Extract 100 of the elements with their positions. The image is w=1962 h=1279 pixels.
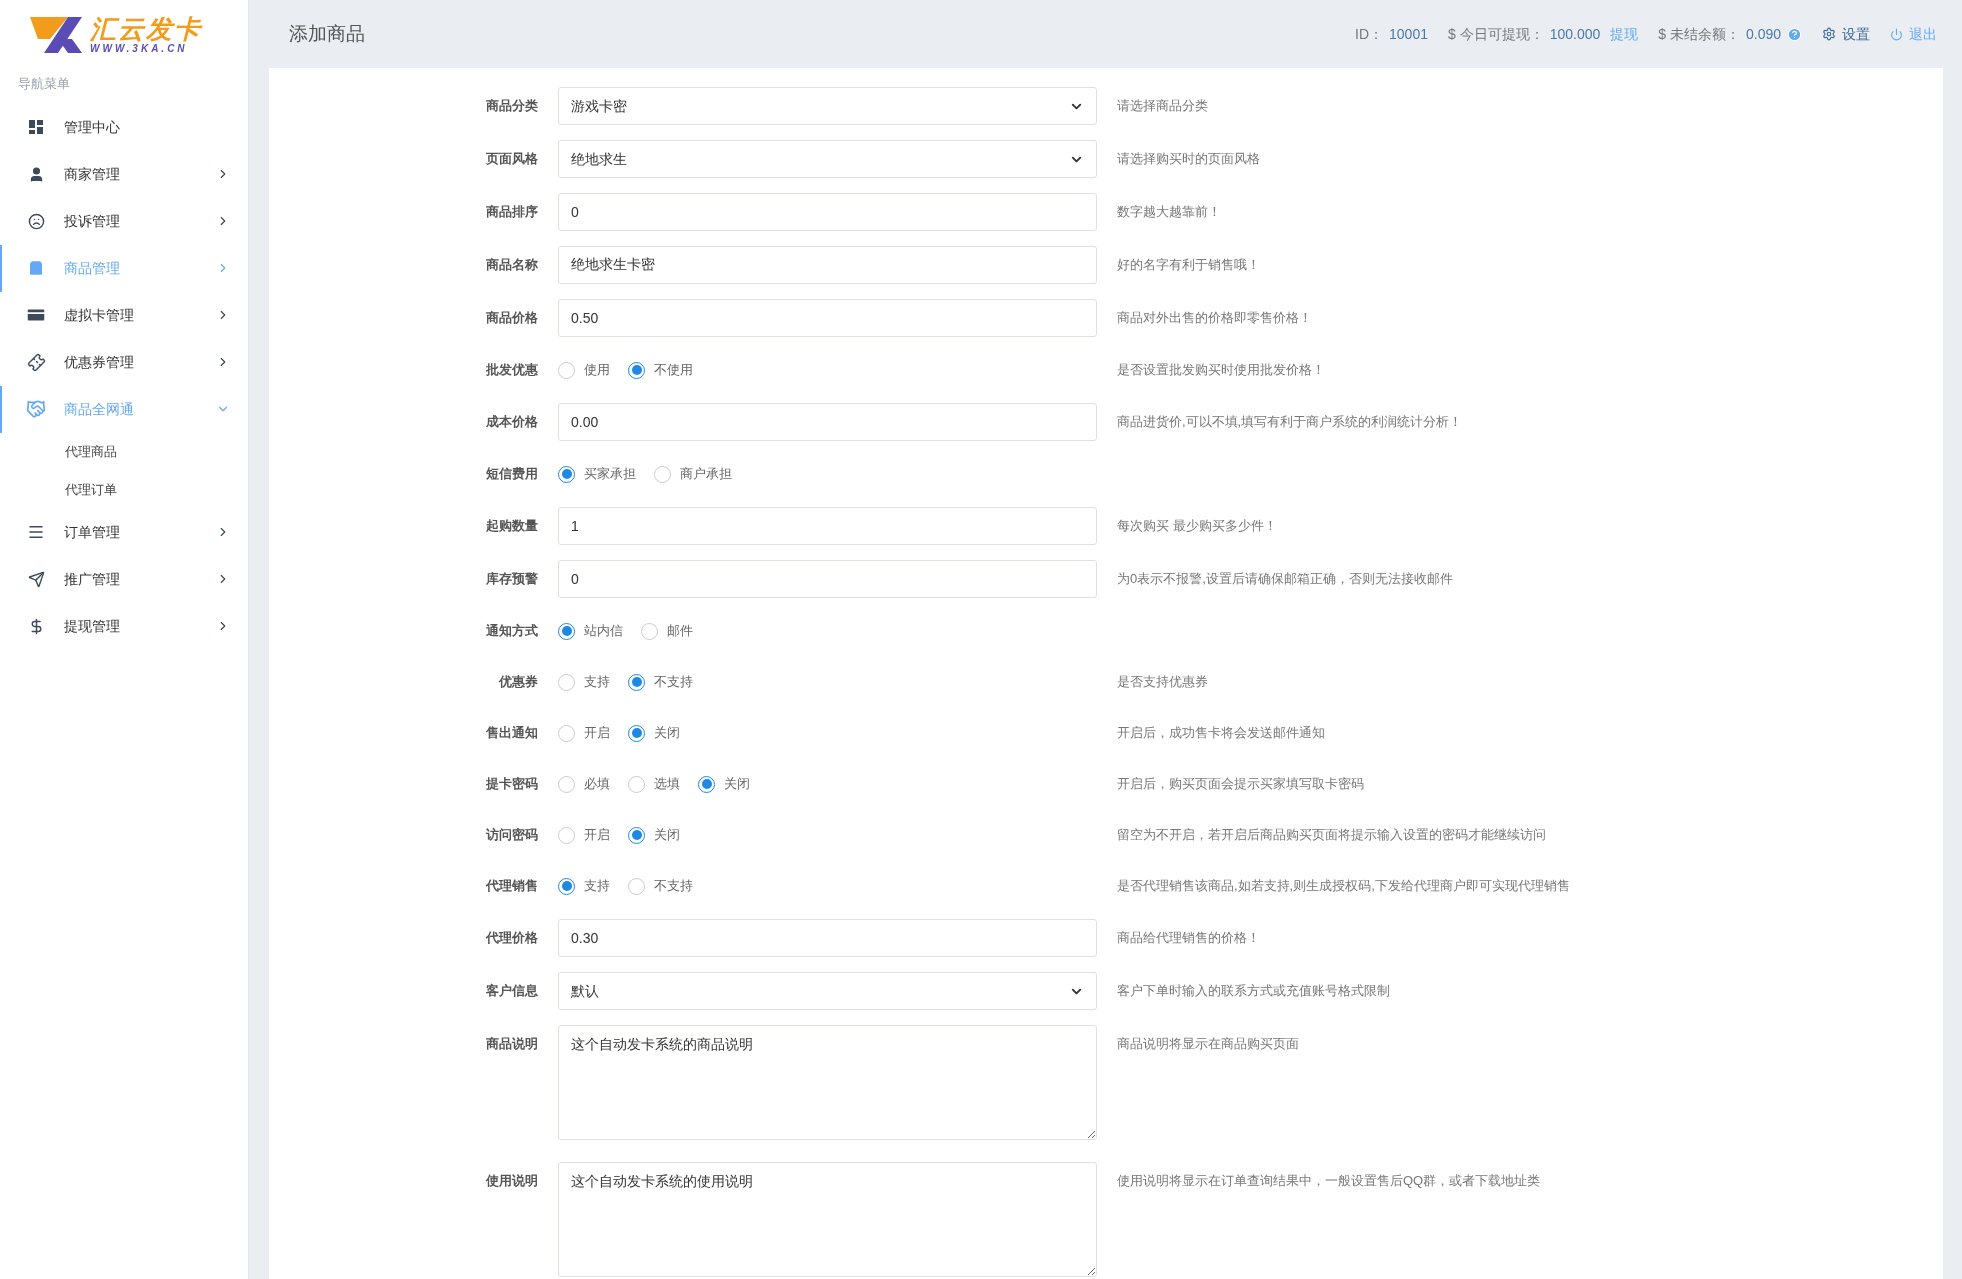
help-text: 好的名字有利于销售哦！ [1117, 256, 1260, 275]
field-label: 短信费用 [486, 465, 538, 484]
nav-item[interactable]: 推广管理 [0, 555, 248, 603]
radio-label: 选填 [654, 775, 680, 794]
settings-icon [1822, 27, 1836, 41]
radio-label: 开启 [584, 826, 610, 845]
radio-button[interactable] [628, 877, 645, 895]
radio-button[interactable] [558, 775, 575, 793]
radio-button[interactable] [558, 877, 575, 895]
radio-label: 不支持 [654, 673, 693, 692]
field-label: 成本价格 [486, 413, 538, 432]
help-text: 商品对外出售的价格即零售价格！ [1117, 309, 1312, 328]
field-label: 商品说明 [486, 1035, 538, 1054]
id-label: ID： [1355, 24, 1384, 44]
nav-item[interactable]: 订单管理 [0, 508, 248, 556]
field-label: 代理销售 [486, 877, 538, 896]
radio-button[interactable] [558, 673, 575, 691]
text-field[interactable]: 0 [558, 560, 1097, 598]
select-field[interactable]: 绝地求生 [558, 140, 1097, 178]
radio-button[interactable] [654, 465, 671, 483]
field-label: 优惠券 [499, 673, 538, 692]
handshake-icon [26, 399, 46, 419]
help-text: 是否支持优惠券 [1117, 673, 1208, 692]
radio-label: 关闭 [654, 826, 680, 845]
nav-label: 管理中心 [64, 117, 121, 137]
nav-item[interactable]: 虚拟卡管理 [0, 291, 248, 339]
send-icon [27, 570, 45, 588]
radio-label: 商户承担 [680, 465, 732, 484]
help-text: 商品给代理销售的价格！ [1117, 929, 1260, 948]
nav-label: 商品管理 [64, 258, 121, 278]
radio-button[interactable] [558, 622, 575, 640]
text-area[interactable]: 这个自动发卡系统的使用说明 [558, 1162, 1097, 1277]
select-field[interactable]: 游戏卡密 [558, 87, 1097, 125]
radio-label: 邮件 [667, 622, 693, 641]
nav-item[interactable]: 投诉管理 [0, 197, 248, 245]
field-label: 起购数量 [486, 517, 538, 536]
radio-label: 使用 [584, 361, 610, 380]
radio-label: 支持 [584, 877, 610, 896]
menu-icon [27, 523, 45, 541]
help-icon[interactable] [1787, 26, 1802, 42]
help-text: 开启后，购买页面会提示买家填写取卡密码 [1117, 775, 1364, 794]
field-label: 页面风格 [486, 150, 538, 169]
text-field[interactable]: 0 [558, 193, 1097, 231]
radio-button[interactable] [641, 622, 658, 640]
field-label: 代理价格 [486, 929, 538, 948]
nav-label: 订单管理 [64, 522, 121, 542]
text-field[interactable]: 1 [558, 507, 1097, 545]
help-text: 开启后，成功售卡将会发送邮件通知 [1117, 724, 1325, 743]
radio-label: 必填 [584, 775, 610, 794]
nav-subitem[interactable]: 代理商品 [0, 432, 248, 471]
withdrawable-value: 100.000 [1549, 24, 1601, 44]
field-label: 提卡密码 [486, 775, 538, 794]
nav-item[interactable]: 商家管理 [0, 150, 248, 198]
nav-subitem[interactable]: 代理订单 [0, 470, 248, 509]
text-field[interactable]: 0.00 [558, 403, 1097, 441]
help-text: 商品说明将显示在商品购买页面 [1117, 1035, 1299, 1054]
nav-item[interactable]: 优惠券管理 [0, 338, 248, 386]
text-field[interactable]: 0.50 [558, 299, 1097, 337]
text-area[interactable]: 这个自动发卡系统的商品说明 [558, 1025, 1097, 1140]
withdrawable-label: $ 今日可提现： [1447, 24, 1544, 44]
text-field[interactable]: 0.30 [558, 919, 1097, 957]
text-field[interactable]: 绝地求生卡密 [558, 246, 1097, 284]
balance-label: $ 未结余额： [1658, 24, 1740, 44]
radio-button[interactable] [628, 724, 645, 742]
field-label: 批发优惠 [486, 361, 538, 380]
logo-name: 汇云发卡 [90, 16, 202, 42]
select-field[interactable]: 默认 [558, 972, 1097, 1010]
radio-label: 买家承担 [584, 465, 636, 484]
nav-label: 虚拟卡管理 [64, 305, 135, 325]
radio-label: 关闭 [654, 724, 680, 743]
help-text: 是否设置批发购买时使用批发价格！ [1117, 361, 1325, 380]
help-text: 数字越大越靠前！ [1117, 203, 1221, 222]
field-label: 通知方式 [486, 622, 538, 641]
radio-button[interactable] [628, 673, 645, 691]
radio-button[interactable] [558, 361, 575, 379]
nav-heading: 导航菜单 [17, 75, 71, 93]
radio-button[interactable] [628, 361, 645, 379]
field-label: 使用说明 [486, 1172, 538, 1191]
radio-button[interactable] [558, 826, 575, 844]
help-text: 为0表示不报警,设置后请确保邮箱正确，否则无法接收邮件 [1117, 570, 1453, 589]
radio-button[interactable] [698, 775, 715, 793]
field-label: 访问密码 [486, 826, 538, 845]
radio-label: 不使用 [654, 361, 693, 380]
help-text: 请选择购买时的页面风格 [1117, 150, 1260, 169]
radio-label: 不支持 [654, 877, 693, 896]
settings-link[interactable]: 设置 [1822, 23, 1870, 45]
radio-button[interactable] [628, 775, 645, 793]
logo-icon [28, 15, 84, 55]
nav-item[interactable]: 管理中心 [0, 103, 248, 151]
radio-label: 支持 [584, 673, 610, 692]
radio-button[interactable] [558, 465, 575, 483]
nav-label: 推广管理 [64, 569, 121, 589]
radio-button[interactable] [558, 724, 575, 742]
nav-label: 商品全网通 [64, 399, 135, 419]
nav-item[interactable]: 提现管理 [0, 602, 248, 650]
nav-label: 提现管理 [64, 616, 121, 636]
page-title: 添加商品 [289, 21, 365, 46]
dashboard-icon [29, 120, 43, 134]
radio-button[interactable] [628, 826, 645, 844]
help-text: 是否代理销售该商品,如若支持,则生成授权码,下发给代理商户即可实现代理销售 [1117, 877, 1570, 896]
